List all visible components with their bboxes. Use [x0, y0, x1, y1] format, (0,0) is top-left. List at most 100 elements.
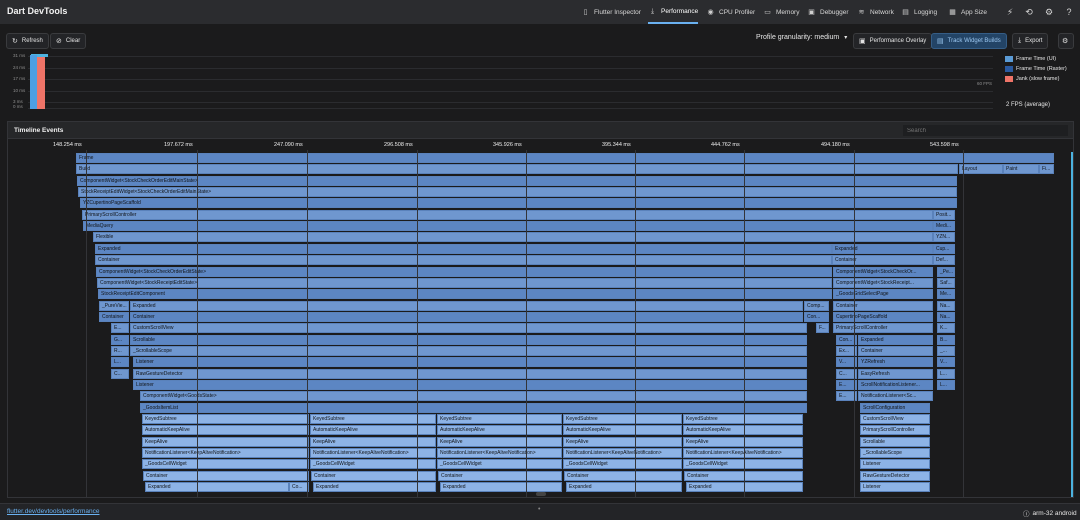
timeline-event[interactable]: AutomaticKeepAlive: [683, 425, 803, 436]
timeline-event[interactable]: Def...: [933, 255, 955, 266]
timeline-event[interactable]: KeepAlive: [437, 436, 562, 447]
timeline-event[interactable]: Saf...: [937, 277, 955, 288]
timeline-event[interactable]: StockReceiptEditComponent: [98, 289, 832, 300]
timeline-event[interactable]: Posit...: [933, 209, 955, 220]
timeline-event[interactable]: Flexible: [93, 232, 933, 243]
timeline-event[interactable]: Expanded: [95, 243, 832, 254]
timeline-scrollbar[interactable]: [1071, 152, 1073, 497]
settings-icon[interactable]: ⚙: [1043, 6, 1055, 18]
timeline-event[interactable]: KeepAlive: [563, 436, 682, 447]
timeline-event[interactable]: ComponentWidget<StockCheckOr...: [833, 266, 933, 277]
timeline-event[interactable]: Container: [438, 470, 562, 481]
timeline-event[interactable]: Scrollable: [130, 334, 807, 345]
timeline-event[interactable]: CustomScrollView: [860, 414, 930, 425]
tab-flutter-inspector[interactable]: ▯ Flutter Inspector: [581, 0, 641, 24]
timeline-event[interactable]: CustomScrollView: [130, 323, 807, 334]
timeline-event[interactable]: ComponentWidget<StockCheckOrderEditMainS…: [77, 175, 957, 186]
timeline-event[interactable]: Cup...: [933, 243, 955, 254]
timeline-event[interactable]: Na...: [937, 300, 955, 311]
timeline-event[interactable]: Con...: [804, 311, 829, 322]
timeline-event[interactable]: B...: [937, 334, 955, 345]
timeline-event[interactable]: Layout: [959, 164, 1003, 175]
horizontal-scroll-handle[interactable]: [536, 492, 546, 496]
timeline-event[interactable]: Build: [76, 164, 958, 175]
tab-logging[interactable]: ▤ Logging: [901, 0, 937, 24]
timeline-event[interactable]: KeyedSubtree: [563, 414, 682, 425]
timeline-event[interactable]: Co...: [289, 482, 309, 493]
timeline-event[interactable]: Paint: [1003, 164, 1039, 175]
tab-app-size[interactable]: ▦ App Size: [948, 0, 987, 24]
timeline-event[interactable]: Comp...: [804, 300, 829, 311]
perf-settings-button[interactable]: ⚙: [1058, 33, 1074, 49]
timeline-event[interactable]: ComponentWidget<GoodsState>: [140, 391, 807, 402]
timeline-events-panel[interactable]: Timeline Events 148.254 ms197.672 ms247.…: [7, 121, 1074, 498]
timeline-event[interactable]: E...: [111, 323, 129, 334]
timeline-event[interactable]: Expanded: [858, 334, 933, 345]
frame-bar-ui[interactable]: [30, 55, 37, 109]
timeline-event[interactable]: NotificationListener<KeepAliveNotificati…: [142, 448, 309, 459]
export-button[interactable]: ⤓ Export: [1012, 33, 1049, 49]
timeline-event[interactable]: Na...: [937, 311, 955, 322]
timeline-event[interactable]: KeepAlive: [142, 436, 309, 447]
timeline-event[interactable]: Container: [858, 345, 933, 356]
timeline-event[interactable]: Listener: [133, 380, 807, 390]
timeline-event[interactable]: _...: [937, 345, 955, 356]
timeline-event[interactable]: Me...: [937, 289, 955, 300]
timeline-event[interactable]: L...: [937, 380, 955, 390]
timeline-event[interactable]: _GoodsCellWidget: [563, 459, 682, 470]
flame-chart[interactable]: FrameBuildLayoutPaintFi... ComponentWidge…: [8, 122, 1073, 497]
track-widget-builds-button[interactable]: ▤ Track Widget Builds: [931, 33, 1007, 49]
timeline-event[interactable]: NotificationListener<Sc...: [858, 391, 933, 402]
tab-network[interactable]: ≋ Network: [857, 0, 894, 24]
timeline-event[interactable]: PrimaryScrollController: [82, 209, 933, 220]
timeline-event[interactable]: Container: [564, 470, 682, 481]
timeline-event[interactable]: K...: [937, 323, 955, 334]
timeline-event[interactable]: Expanded: [832, 243, 933, 254]
timeline-event[interactable]: Container: [99, 311, 129, 322]
timeline-event[interactable]: EasyRefresh: [858, 368, 933, 379]
timeline-event[interactable]: NotificationListener<KeepAliveNotificati…: [563, 448, 682, 459]
timeline-event[interactable]: Container: [832, 255, 933, 266]
help-icon[interactable]: ?: [1063, 6, 1075, 18]
frame-time-chart[interactable]: 31 ms 24 ms 17 ms 10 ms 3 ms 0 ms 60 FPS: [0, 52, 1000, 112]
timeline-event[interactable]: G...: [111, 334, 129, 345]
timeline-event[interactable]: Listener: [860, 482, 930, 493]
timeline-event[interactable]: _Pe...: [937, 266, 955, 277]
timeline-event[interactable]: Medi...: [933, 221, 955, 232]
timeline-event[interactable]: RawGestureDetector: [133, 368, 807, 379]
timeline-event[interactable]: PrimaryScrollController: [833, 323, 933, 334]
timeline-event[interactable]: L...: [111, 357, 129, 368]
timeline-event[interactable]: ComponentWidget<StockReceiptEditState>: [97, 277, 832, 288]
timeline-event[interactable]: CupertinoPageScaffold: [833, 311, 933, 322]
timeline-event[interactable]: _ScrollableScope: [860, 448, 930, 459]
timeline-event[interactable]: V...: [937, 357, 955, 368]
timeline-event[interactable]: ComponentWidget<StockReceipt...: [833, 277, 933, 288]
tab-memory[interactable]: ▭ Memory: [763, 0, 799, 24]
timeline-event[interactable]: Container: [130, 311, 803, 322]
timeline-event[interactable]: YZN...: [933, 232, 955, 243]
tab-cpu-profiler[interactable]: ◉ CPU Profiler: [706, 0, 755, 24]
timeline-event[interactable]: AutomaticKeepAlive: [142, 425, 309, 436]
timeline-event[interactable]: L...: [937, 368, 955, 379]
device-info[interactable]: ⓘ arm-32 android: [1023, 508, 1077, 519]
timeline-event[interactable]: ScrollNotificationListener...: [858, 380, 933, 390]
timeline-event[interactable]: _ScrollableScope: [130, 345, 807, 356]
granularity-dropdown[interactable]: Profile granularity: medium ▾: [756, 34, 847, 41]
timeline-event[interactable]: F...: [816, 323, 829, 334]
timeline-event[interactable]: PrimaryScrollController: [860, 425, 930, 436]
history-icon[interactable]: ⟲: [1023, 6, 1035, 18]
timeline-event[interactable]: Expanded: [566, 482, 682, 493]
timeline-event[interactable]: RawGestureDetector: [860, 470, 930, 481]
timeline-event[interactable]: NotificationListener<KeepAliveNotificati…: [683, 448, 803, 459]
timeline-event[interactable]: Fi...: [1039, 164, 1054, 175]
timeline-event[interactable]: KeyedSubtree: [437, 414, 562, 425]
timeline-event[interactable]: Container: [95, 255, 832, 266]
timeline-event[interactable]: Container: [833, 300, 933, 311]
timeline-event[interactable]: AutomaticKeepAlive: [437, 425, 562, 436]
timeline-event[interactable]: YZCupertinoPageScaffold: [80, 198, 957, 209]
timeline-event[interactable]: _GoodsGridSelectPage: [833, 289, 933, 300]
timeline-event[interactable]: _GoodsCellWidget: [437, 459, 562, 470]
timeline-event[interactable]: _PureVie...: [99, 300, 129, 311]
timeline-event[interactable]: _GoodsCellWidget: [142, 459, 309, 470]
tab-debugger[interactable]: ▣ Debugger: [807, 0, 848, 24]
